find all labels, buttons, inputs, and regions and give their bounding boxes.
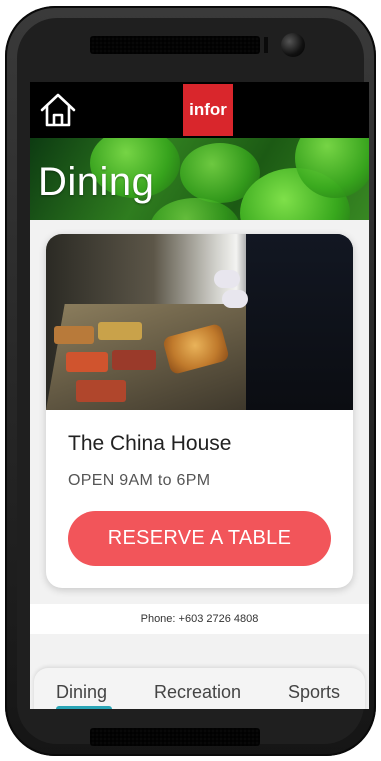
tab-recreation[interactable]: Recreation [154,682,241,703]
venue-card: The China House OPEN 9AM to 6PM RESERVE … [46,234,353,588]
opening-hours: OPEN 9AM to 6PM [68,472,211,489]
venue-name: The China House [68,432,232,455]
page-title: Dining [38,160,155,204]
tab-sports[interactable]: Sports [288,682,340,703]
proximity-sensor [264,37,268,53]
venue-photo [46,234,353,410]
bottom-speaker-grille [90,728,260,746]
top-speaker-grille [90,36,260,54]
front-camera [281,33,305,57]
top-bar: infor [30,82,369,138]
tab-dining[interactable]: Dining [56,682,107,703]
bottom-tab-bar: Dining Recreation Sports [34,668,365,709]
home-button[interactable] [38,90,78,130]
phone-number[interactable]: Phone: +603 2726 4808 [30,604,369,634]
infor-logo: infor [183,84,233,136]
active-tab-indicator [56,706,112,709]
home-icon [40,93,76,127]
reserve-table-button[interactable]: RESERVE A TABLE [68,511,331,566]
app-screen: infor Dining The China House OPEN 9AM to… [30,82,369,709]
